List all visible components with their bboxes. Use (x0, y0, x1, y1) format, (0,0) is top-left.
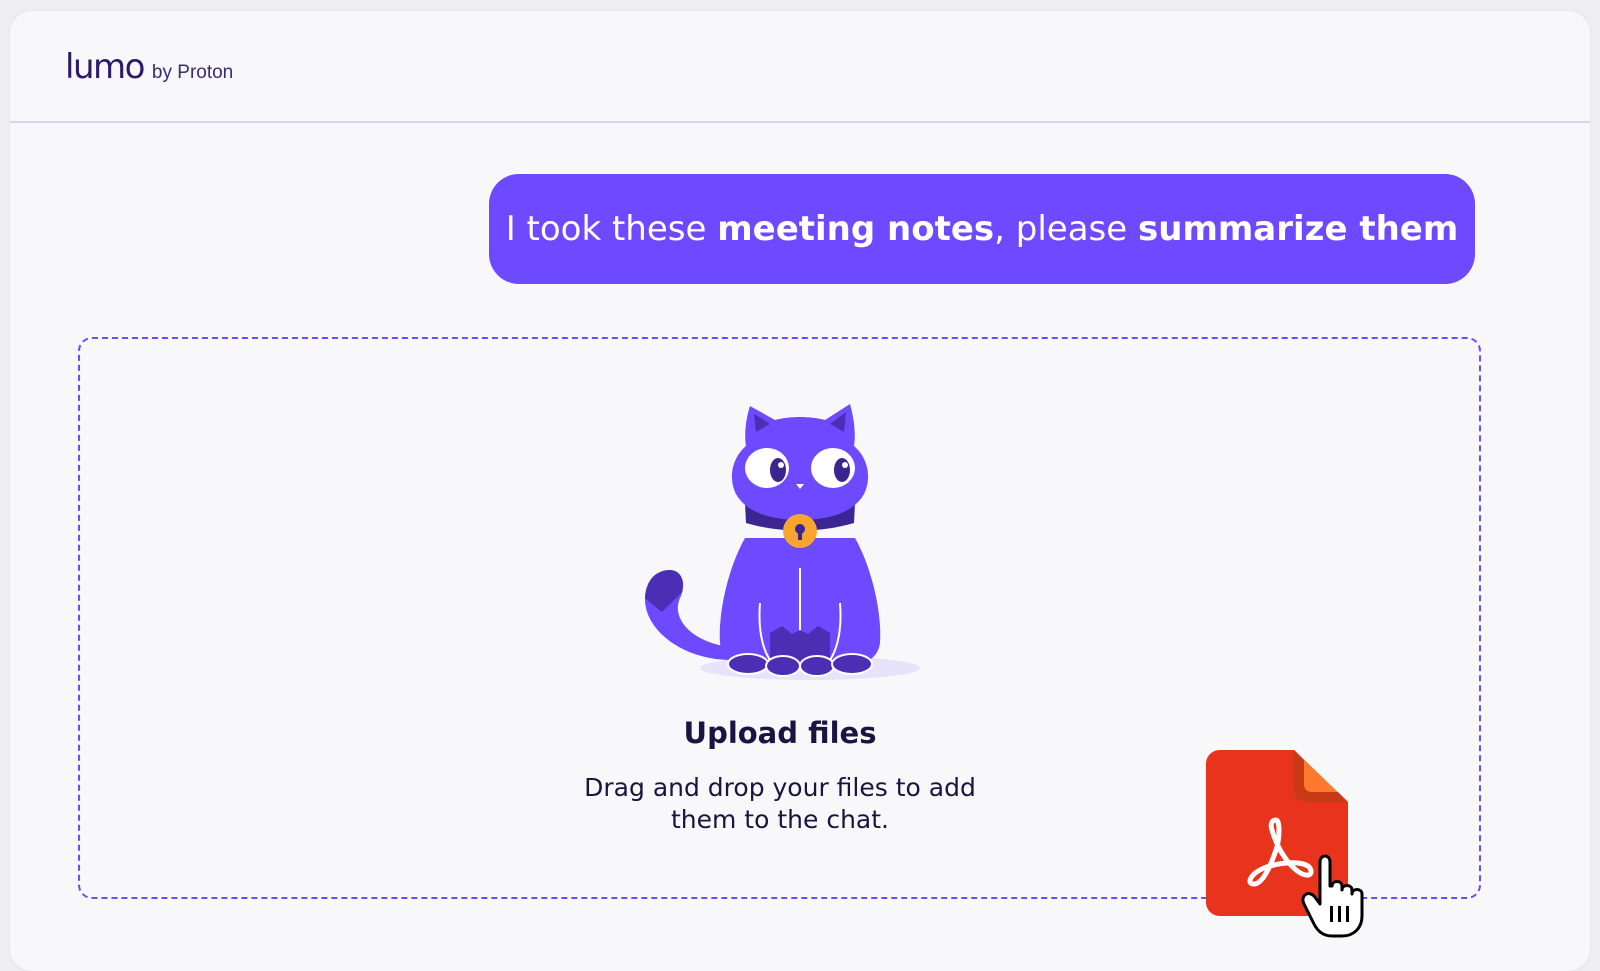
pdf-file-icon[interactable] (1206, 750, 1376, 940)
logo-wordmark: lumo (65, 47, 145, 87)
user-message-bubble: I took these meeting notes, please summa… (489, 174, 1475, 284)
upload-title: Upload files (683, 716, 877, 750)
header: lumo by Proton (10, 11, 1590, 123)
message-text: I took these meeting notes, please summa… (506, 209, 1459, 249)
message-text-part: , please (994, 209, 1138, 249)
lumo-cat-mascot (644, 404, 920, 680)
message-text-part: I took these (505, 209, 718, 249)
message-bold-part: meeting notes (717, 209, 995, 249)
logo-byline: by Proton (151, 62, 234, 83)
upload-description: Drag and drop your files to add them to … (584, 773, 976, 834)
logo[interactable]: lumo by Proton (65, 47, 233, 87)
message-bold-part: summarize them (1138, 209, 1459, 249)
